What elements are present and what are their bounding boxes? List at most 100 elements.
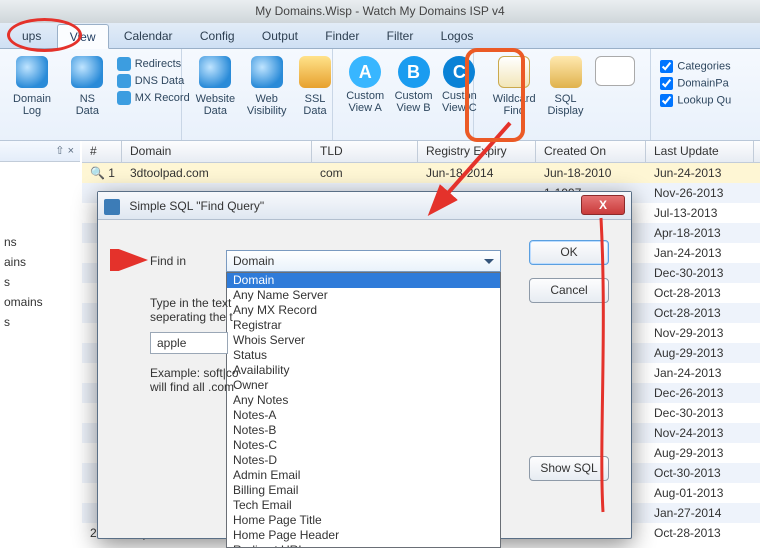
dialog-titlebar[interactable]: Simple SQL "Find Query" X <box>98 192 631 220</box>
dropdown-item[interactable]: Home Page Title <box>227 513 500 528</box>
cell: Dec-26-2013 <box>646 383 754 403</box>
custom-view-a-button[interactable]: Custom View A <box>343 52 388 114</box>
side-item[interactable]: s <box>0 315 55 335</box>
dropdown-selected[interactable]: Domain <box>226 250 501 272</box>
dns-data-button[interactable]: DNS Data <box>117 73 185 90</box>
col-num[interactable]: # <box>82 141 122 162</box>
tab-config[interactable]: Config <box>188 24 247 49</box>
findin-label: Find in <box>150 254 186 268</box>
dropdown-item[interactable]: Tech Email <box>227 498 500 513</box>
app-icon <box>104 199 120 215</box>
cell: Jul-13-2013 <box>646 203 754 223</box>
side-item[interactable]: s <box>0 275 55 295</box>
side-item[interactable]: ns <box>0 235 55 255</box>
find-query-dialog: Simple SQL "Find Query" X Find in Domain… <box>97 191 632 539</box>
dropdown-item[interactable]: Any Notes <box>227 393 500 408</box>
col-created[interactable]: Created On <box>536 141 646 162</box>
ssl-data-button[interactable]: SSL Data <box>294 52 336 117</box>
categories-toggle[interactable]: Categories <box>660 58 731 75</box>
mx-icon <box>117 91 131 105</box>
table-row[interactable]: 🔍 13dtoolpad.comcomJun-18-2014Jun-18-201… <box>82 163 760 183</box>
checkbox-icon[interactable] <box>660 94 673 107</box>
checkbox-icon[interactable] <box>660 60 673 73</box>
wildcard-find-button[interactable]: Wildcard Find <box>488 52 540 117</box>
redirect-icon <box>117 57 131 71</box>
tab-filter[interactable]: Filter <box>375 24 426 49</box>
letter-a-icon <box>349 56 381 88</box>
cancel-button[interactable]: Cancel <box>529 278 609 303</box>
lookupqueue-toggle[interactable]: Lookup Qu <box>660 92 731 109</box>
letter-c-icon <box>443 56 475 88</box>
globe-icon <box>16 56 48 88</box>
dropdown-item[interactable]: Status <box>227 348 500 363</box>
cell: Jun-18-2014 <box>418 163 536 183</box>
col-updated[interactable]: Last Update <box>646 141 754 162</box>
cell: Jun-24-2013 <box>646 163 754 183</box>
dropdown-item[interactable]: Home Page Header <box>227 528 500 543</box>
cell: Dec-30-2013 <box>646 403 754 423</box>
hint-text-2: Example: soft|cowill find all .com <box>150 366 239 394</box>
col-expiry[interactable]: Registry Expiry <box>418 141 536 162</box>
dialog-body: Find in Domain DomainAny Name ServerAny … <box>98 220 631 538</box>
dropdown-item[interactable]: Redirect URL <box>227 543 500 548</box>
findin-dropdown[interactable]: Domain DomainAny Name ServerAny MX Recor… <box>226 250 501 272</box>
cell: 3dtoolpad.com <box>122 163 312 183</box>
keyboard-button[interactable] <box>591 52 639 89</box>
tab-calendar[interactable]: Calendar <box>112 24 185 49</box>
sql-display-button[interactable]: SQL Display <box>544 52 588 117</box>
web-visibility-button[interactable]: Web Visibility <box>243 52 291 117</box>
dropdown-list[interactable]: DomainAny Name ServerAny MX RecordRegist… <box>226 272 501 548</box>
cell: Nov-24-2013 <box>646 423 754 443</box>
dropdown-item[interactable]: Notes-A <box>227 408 500 423</box>
dropdown-item[interactable]: Notes-C <box>227 438 500 453</box>
cell: Dec-30-2013 <box>646 263 754 283</box>
tab-finder[interactable]: Finder <box>313 24 371 49</box>
cell: Aug-29-2013 <box>646 443 754 463</box>
dropdown-item[interactable]: Notes-B <box>227 423 500 438</box>
tab-view[interactable]: View <box>57 24 109 49</box>
custom-view-c-button[interactable]: Custon View C <box>439 52 479 114</box>
custom-view-b-button[interactable]: Custom View B <box>391 52 436 114</box>
dropdown-item[interactable]: Domain <box>227 273 500 288</box>
cell: com <box>312 163 418 183</box>
tab-strip: ups View Calendar Config Output Finder F… <box>0 23 760 49</box>
col-tld[interactable]: TLD <box>312 141 418 162</box>
cell: Aug-01-2013 <box>646 483 754 503</box>
cell: Apr-18-2013 <box>646 223 754 243</box>
checkbox-icon[interactable] <box>660 77 673 90</box>
col-domain[interactable]: Domain <box>122 141 312 162</box>
side-item[interactable]: omains <box>0 295 55 315</box>
ns-data-button[interactable]: NS Data <box>61 52 113 117</box>
group-label-custom: Custom Views <box>337 140 474 141</box>
dropdown-item[interactable]: Notes-D <box>227 453 500 468</box>
tab-logos[interactable]: Logos <box>429 24 486 49</box>
globe-icon <box>71 56 103 88</box>
website-data-button[interactable]: Website Data <box>191 52 239 117</box>
domain-log-button[interactable]: Domain Log <box>6 52 58 117</box>
search-input[interactable]: apple <box>150 332 228 354</box>
dropdown-item[interactable]: Admin Email <box>227 468 500 483</box>
tab-groups-partial[interactable]: ups <box>10 24 53 49</box>
side-item[interactable]: ains <box>0 255 55 275</box>
dropdown-item[interactable]: Any MX Record <box>227 303 500 318</box>
show-sql-button[interactable]: Show SQL <box>529 456 609 481</box>
domainpanel-toggle[interactable]: DomainPa <box>660 75 731 92</box>
tab-output[interactable]: Output <box>250 24 310 49</box>
redirects-button[interactable]: Redirects <box>117 56 185 73</box>
dropdown-item[interactable]: Any Name Server <box>227 288 500 303</box>
dropdown-item[interactable]: Owner <box>227 378 500 393</box>
cell: Oct-28-2013 <box>646 523 754 543</box>
globe-icon <box>251 56 283 88</box>
dropdown-item[interactable]: Billing Email <box>227 483 500 498</box>
ok-button[interactable]: OK <box>529 240 609 265</box>
close-button[interactable]: X <box>581 195 625 215</box>
titlebar: My Domains.Wisp - Watch My Domains ISP v… <box>0 0 760 23</box>
mx-record-button[interactable]: MX Record <box>117 90 185 107</box>
dropdown-item[interactable]: Whois Server <box>227 333 500 348</box>
side-category-list: ns ains s omains s <box>0 235 55 335</box>
dropdown-item[interactable]: Availability <box>227 363 500 378</box>
dropdown-item[interactable]: Registrar <box>227 318 500 333</box>
group-label-sql: SQL <box>477 140 651 141</box>
cell: 🔍 1 <box>82 163 122 183</box>
cell: Nov-29-2013 <box>646 323 754 343</box>
